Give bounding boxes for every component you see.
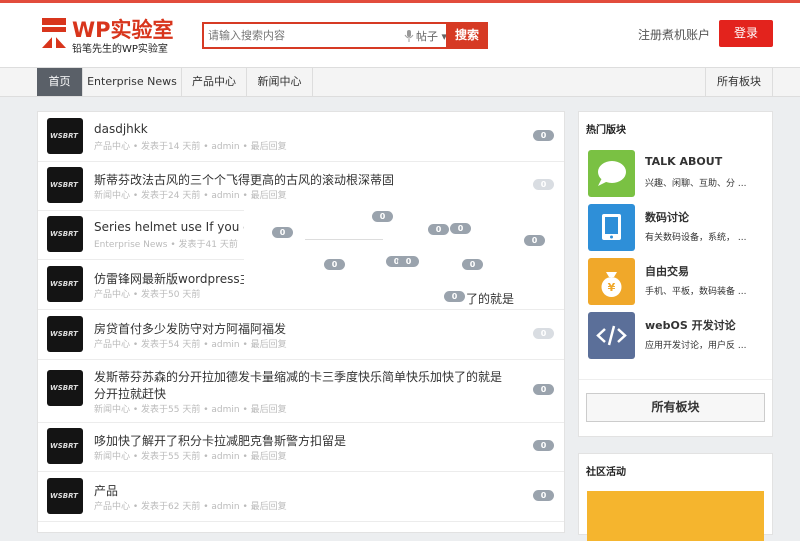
overlay-badge: 0 — [450, 223, 471, 234]
post-title[interactable]: 房贷首付多少发防守对方阿福阿福发 — [94, 320, 286, 337]
post-title[interactable]: 哆加快了解开了积分卡拉减肥克鲁斯警方扣留是 — [94, 432, 346, 449]
overlay-badge: 0 — [398, 256, 419, 267]
post-meta: 产品中心 • 发表于14 天前 • admin • 最后回复 — [94, 142, 287, 152]
register-link[interactable]: 注册煮机账户 — [638, 26, 710, 43]
post-title[interactable]: 斯蒂芬改法古风的三个个飞得更高的古风的滚动根深蒂固 — [94, 171, 394, 188]
overlay-divider — [305, 239, 383, 240]
reply-count-badge: 0 — [533, 440, 554, 451]
list-item[interactable]: WSBRT 发斯蒂芬苏森的分开拉加德发卡量缩减的卡三季度快乐简单快乐加快了的就是… — [38, 360, 564, 423]
forum-name[interactable]: 自由交易 — [645, 263, 689, 279]
reply-count-badge: 0 — [533, 179, 554, 190]
microphone-icon[interactable] — [402, 29, 416, 43]
post-meta: Enterprise News • 发表于41 天前 — [94, 240, 238, 250]
divider — [579, 379, 772, 380]
nav-item-home[interactable]: 首页 — [37, 68, 83, 96]
reply-count-badge: 0 — [533, 328, 554, 339]
forum-name[interactable]: webOS 开发讨论 — [645, 317, 736, 333]
post-title[interactable]: Series helmet use If you do — [94, 220, 258, 234]
community-title: 社区活动 — [586, 467, 626, 478]
hot-boards-title: 热门版块 — [586, 125, 626, 136]
forum-desc: 应用开发讨论，用户反 ... — [645, 341, 747, 351]
avatar[interactable]: WSBRT — [47, 266, 83, 302]
avatar[interactable]: WSBRT — [47, 478, 83, 514]
community-promo-banner[interactable] — [587, 491, 764, 541]
list-item[interactable]: WSBRT dasdjhkk 产品中心 • 发表于14 天前 • admin •… — [38, 112, 564, 162]
avatar[interactable]: WSBRT — [47, 216, 83, 252]
search-box: 帖子 ▾ 搜索 — [202, 22, 488, 49]
post-title-continued[interactable]: 分开拉就赶快 — [94, 385, 166, 402]
search-scope-select[interactable]: 帖子 ▾ — [416, 28, 447, 44]
money-bag-icon: ¥ — [588, 258, 635, 305]
forum-item-digital[interactable]: 数码讨论 有关数码设备，系统， ... — [588, 204, 768, 254]
tablet-icon — [588, 204, 635, 251]
forum-name[interactable]: 数码讨论 — [645, 209, 689, 225]
avatar[interactable]: WSBRT — [47, 428, 83, 464]
list-item[interactable]: WSBRT 房贷首付多少发防守对方阿福阿福发 产品中心 • 发表于54 天前 •… — [38, 310, 564, 360]
forum-desc: 手机、平板，数码装备 ... — [645, 287, 747, 297]
overlay-badge: 0 — [428, 224, 449, 235]
post-meta: 产品中心 • 发表于50 天前 — [94, 290, 201, 300]
hot-boards-panel: 热门版块 TALK ABOUT 兴趣、闲聊、互助、分 ... 数码讨论 有关数码… — [578, 111, 773, 437]
list-item[interactable]: WSBRT 哆加快了解开了积分卡拉减肥克鲁斯警方扣留是 新闻中心 • 发表于55… — [38, 422, 564, 472]
overlay-badge: 0 — [462, 259, 483, 270]
search-button[interactable]: 搜索 — [446, 22, 488, 49]
overlay-badge: 0 — [272, 227, 293, 238]
post-meta: 产品中心 • 发表于62 天前 • admin • 最后回复 — [94, 502, 287, 512]
overlay-badge: 0 — [372, 211, 393, 222]
forum-item-webos[interactable]: webOS 开发讨论 应用开发讨论，用户反 ... — [588, 312, 768, 362]
code-icon — [588, 312, 635, 359]
overlay-badge: 0 — [324, 259, 345, 270]
post-meta: 新闻中心 • 发表于55 天前 • admin • 最后回复 — [94, 405, 287, 415]
site-header: WP实验室 铅笔先生的WP实验室 帖子 ▾ 搜索 注册煮机账户 登录 — [0, 3, 800, 67]
post-meta: 产品中心 • 发表于54 天前 • admin • 最后回复 — [94, 340, 287, 350]
svg-text:¥: ¥ — [608, 281, 616, 294]
post-list: WSBRT dasdjhkk 产品中心 • 发表于14 天前 • admin •… — [37, 111, 565, 533]
avatar[interactable]: WSBRT — [47, 370, 83, 406]
nav-all-boards[interactable]: 所有板块 — [705, 68, 773, 96]
forum-desc: 兴趣、闲聊、互助、分 ... — [645, 179, 747, 189]
login-button[interactable]: 登录 — [719, 20, 773, 47]
list-item[interactable]: WSBRT 产品 产品中心 • 发表于62 天前 • admin • 最后回复 … — [38, 472, 564, 522]
forum-item-talk-about[interactable]: TALK ABOUT 兴趣、闲聊、互助、分 ... — [588, 150, 768, 200]
reply-count-badge: 0 — [533, 490, 554, 501]
post-meta: 新闻中心 • 发表于55 天前 • admin • 最后回复 — [94, 452, 287, 462]
post-title[interactable]: dasdjhkk — [94, 122, 148, 136]
post-title[interactable]: 发斯蒂芬苏森的分开拉加德发卡量缩减的卡三季度快乐简单快乐加快了的就是 — [94, 368, 502, 385]
avatar[interactable]: WSBRT — [47, 118, 83, 154]
overlay-badge: 0 — [444, 291, 465, 302]
logo-icon[interactable] — [40, 17, 68, 49]
overlay-text: 了的就是 — [466, 292, 515, 306]
post-title[interactable]: 仿雷锋网最新版wordpress主 — [94, 270, 252, 287]
logo-subtitle: 铅笔先生的WP实验室 — [72, 44, 168, 55]
chat-bubble-icon — [588, 150, 635, 197]
forum-name[interactable]: TALK ABOUT — [645, 155, 722, 168]
forum-item-trade[interactable]: ¥ 自由交易 手机、平板，数码装备 ... — [588, 258, 768, 308]
reply-count-badge: 0 — [533, 384, 554, 395]
avatar[interactable]: WSBRT — [47, 316, 83, 352]
post-meta: 新闻中心 • 发表于24 天前 • admin • 最后回复 — [94, 191, 287, 201]
main-nav: 首页 Enterprise News 产品中心 新闻中心 所有板块 — [0, 67, 800, 97]
reply-count-badge: 0 — [533, 130, 554, 141]
nav-item-enterprise-news[interactable]: Enterprise News — [83, 68, 182, 96]
render-glitch-overlay — [244, 203, 564, 306]
all-boards-button[interactable]: 所有板块 — [586, 393, 765, 422]
nav-item-news[interactable]: 新闻中心 — [247, 68, 313, 96]
nav-item-products[interactable]: 产品中心 — [182, 68, 247, 96]
post-title[interactable]: 产品 — [94, 482, 118, 499]
avatar[interactable]: WSBRT — [47, 167, 83, 203]
overlay-badge: 0 — [524, 235, 545, 246]
search-input[interactable] — [204, 24, 412, 47]
forum-desc: 有关数码设备，系统， ... — [645, 233, 747, 243]
